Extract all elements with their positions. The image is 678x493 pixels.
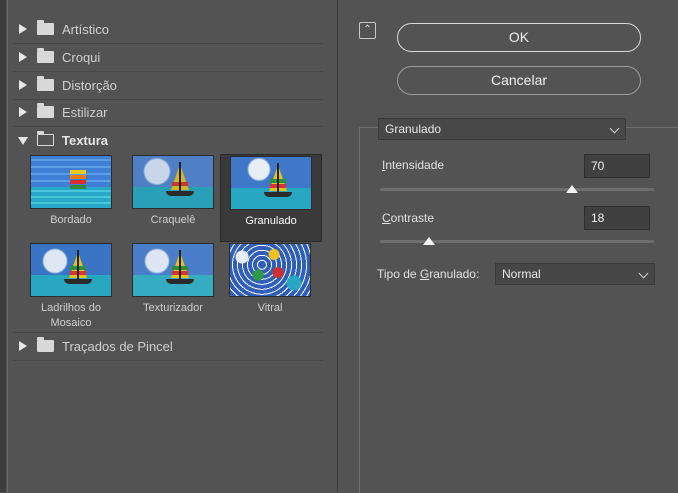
triangle-down-icon[interactable] (18, 137, 28, 145)
triangle-right-icon[interactable] (19, 52, 27, 62)
intensity-slider-handle[interactable] (565, 185, 578, 193)
category-tracados-de-pincel[interactable]: Traçados de Pincel (13, 332, 323, 361)
thumbnail-image (229, 243, 311, 297)
folder-icon (37, 76, 54, 91)
category-distorcao[interactable]: Distorção (13, 72, 323, 100)
intensity-label: Intensidade (382, 158, 445, 172)
filter-bordado[interactable]: Bordado (21, 155, 121, 228)
category-artistico[interactable]: Artístico (13, 16, 323, 44)
triangle-right-icon[interactable] (19, 24, 27, 34)
folder-open-icon (36, 130, 54, 146)
category-label: Distorção (62, 78, 117, 93)
category-croqui[interactable]: Croqui (13, 44, 323, 72)
cancel-button[interactable]: Cancelar (397, 66, 641, 95)
filter-label: Texturizador (143, 302, 203, 314)
category-label: Textura (62, 133, 108, 148)
filter-label: Craquelê (150, 214, 196, 226)
filter-craquele[interactable]: Craquelê (123, 155, 223, 228)
filter-ladrilhos-do-mosaico[interactable]: Ladrilhos do Mosaico (21, 243, 121, 331)
divider (7, 0, 8, 492)
folder-icon (37, 337, 54, 352)
intensity-slider-track[interactable] (380, 188, 654, 191)
contrast-label: Contraste (382, 211, 435, 225)
grain-type-select[interactable]: Normal (495, 263, 655, 285)
filter-granulado[interactable]: Granulado (220, 154, 322, 242)
filter-settings-panel (359, 127, 678, 493)
filter-vitral[interactable]: Vitral (220, 243, 320, 316)
grain-type-value: Normal (502, 267, 541, 281)
category-estilizar[interactable]: Estilizar (13, 99, 323, 127)
filter-label: Granulado (245, 215, 297, 227)
category-label: Artístico (62, 22, 109, 37)
category-textura[interactable]: Textura (13, 127, 323, 154)
thumbnail-image (132, 243, 214, 297)
filter-label: Vitral (257, 302, 283, 314)
folder-icon (37, 48, 54, 63)
intensity-input[interactable]: 70 (584, 154, 650, 178)
thumbnail-image (30, 243, 112, 297)
ok-button[interactable]: OK (397, 23, 641, 52)
grain-type-label: Tipo de Granulado: (377, 267, 480, 281)
thumbnail-image (30, 155, 112, 209)
contrast-slider-track[interactable] (380, 240, 654, 243)
filter-label: Ladrilhos do Mosaico (41, 302, 101, 329)
filter-texturizador[interactable]: Texturizador (123, 243, 223, 316)
collapse-arrows-icon[interactable]: ⌃ (359, 22, 376, 39)
category-label: Estilizar (62, 105, 108, 120)
filter-select[interactable]: Granulado (378, 118, 626, 140)
folder-icon (37, 20, 54, 35)
triangle-right-icon[interactable] (19, 107, 27, 117)
triangle-right-icon[interactable] (19, 341, 27, 351)
triangle-right-icon[interactable] (19, 80, 27, 90)
contrast-input[interactable]: 18 (584, 206, 650, 230)
folder-icon (37, 103, 54, 118)
chevron-down-icon (609, 123, 620, 134)
thumbnail-image (132, 155, 214, 209)
category-label: Traçados de Pincel (62, 339, 173, 354)
contrast-slider-handle[interactable] (423, 237, 436, 245)
left-panel-edge (0, 0, 6, 492)
filter-label: Bordado (50, 214, 92, 226)
category-label: Croqui (62, 50, 101, 65)
thumbnail-image (230, 156, 312, 210)
filter-gallery: Artístico Croqui Distorção Estilizar Tex… (13, 0, 338, 492)
filter-select-value: Granulado (385, 122, 442, 136)
chevron-down-icon (638, 268, 649, 279)
